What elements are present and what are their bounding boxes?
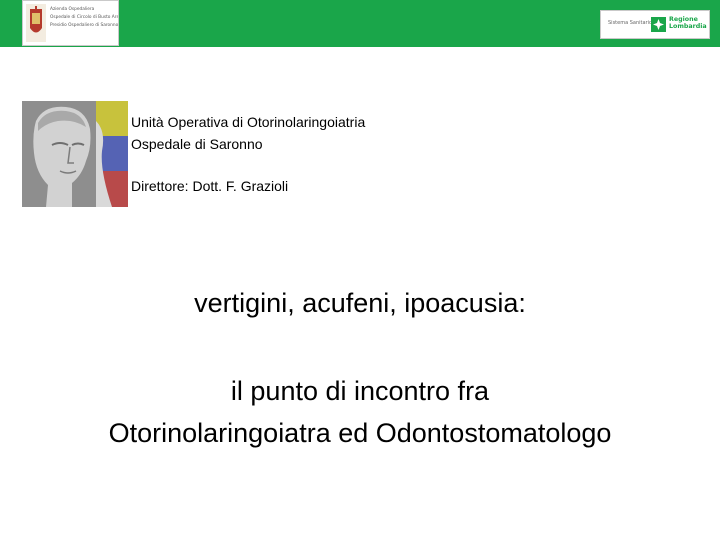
subtitle-line: Otorinolaringoiatra ed Odontostomatologo xyxy=(108,418,612,448)
health-system-label: Sistema Sanitario xyxy=(608,20,653,26)
crest-icon xyxy=(26,4,46,42)
hospital-name: Ospedale di Saronno xyxy=(131,136,263,152)
hospital-logo-line: Presidio Ospedaliero di Saronno xyxy=(50,23,118,28)
unit-name-block: Unità Operativa di Otorinolaringoiatria … xyxy=(131,111,365,155)
region-name: Regione Lombardia xyxy=(669,16,707,30)
hospital-logo: Azienda Ospedaliera Ospedale di Circolo … xyxy=(22,0,119,46)
hospital-logo-line: Ospedale di Circolo di Busto Arsizio xyxy=(50,15,118,20)
director-name: Direttore: Dott. F. Grazioli xyxy=(131,178,289,194)
subtitle-line: il punto di incontro fra xyxy=(230,376,490,406)
regione-lombardia-icon xyxy=(651,17,666,32)
slide-subtitle: il punto di incontro fra Otorinolaringoi… xyxy=(0,370,720,454)
hospital-logo-line: Azienda Ospedaliera xyxy=(50,7,95,12)
region-logo: Sistema Sanitario Regione Lombardia xyxy=(600,10,710,39)
region-name-line: Lombardia xyxy=(669,23,707,30)
region-name-line: Regione xyxy=(669,16,698,23)
david-statue-image xyxy=(22,101,128,207)
slide-title: vertigini, acufeni, ipoacusia: xyxy=(194,288,526,318)
unit-name: Unità Operativa di Otorinolaringoiatria xyxy=(131,114,366,130)
